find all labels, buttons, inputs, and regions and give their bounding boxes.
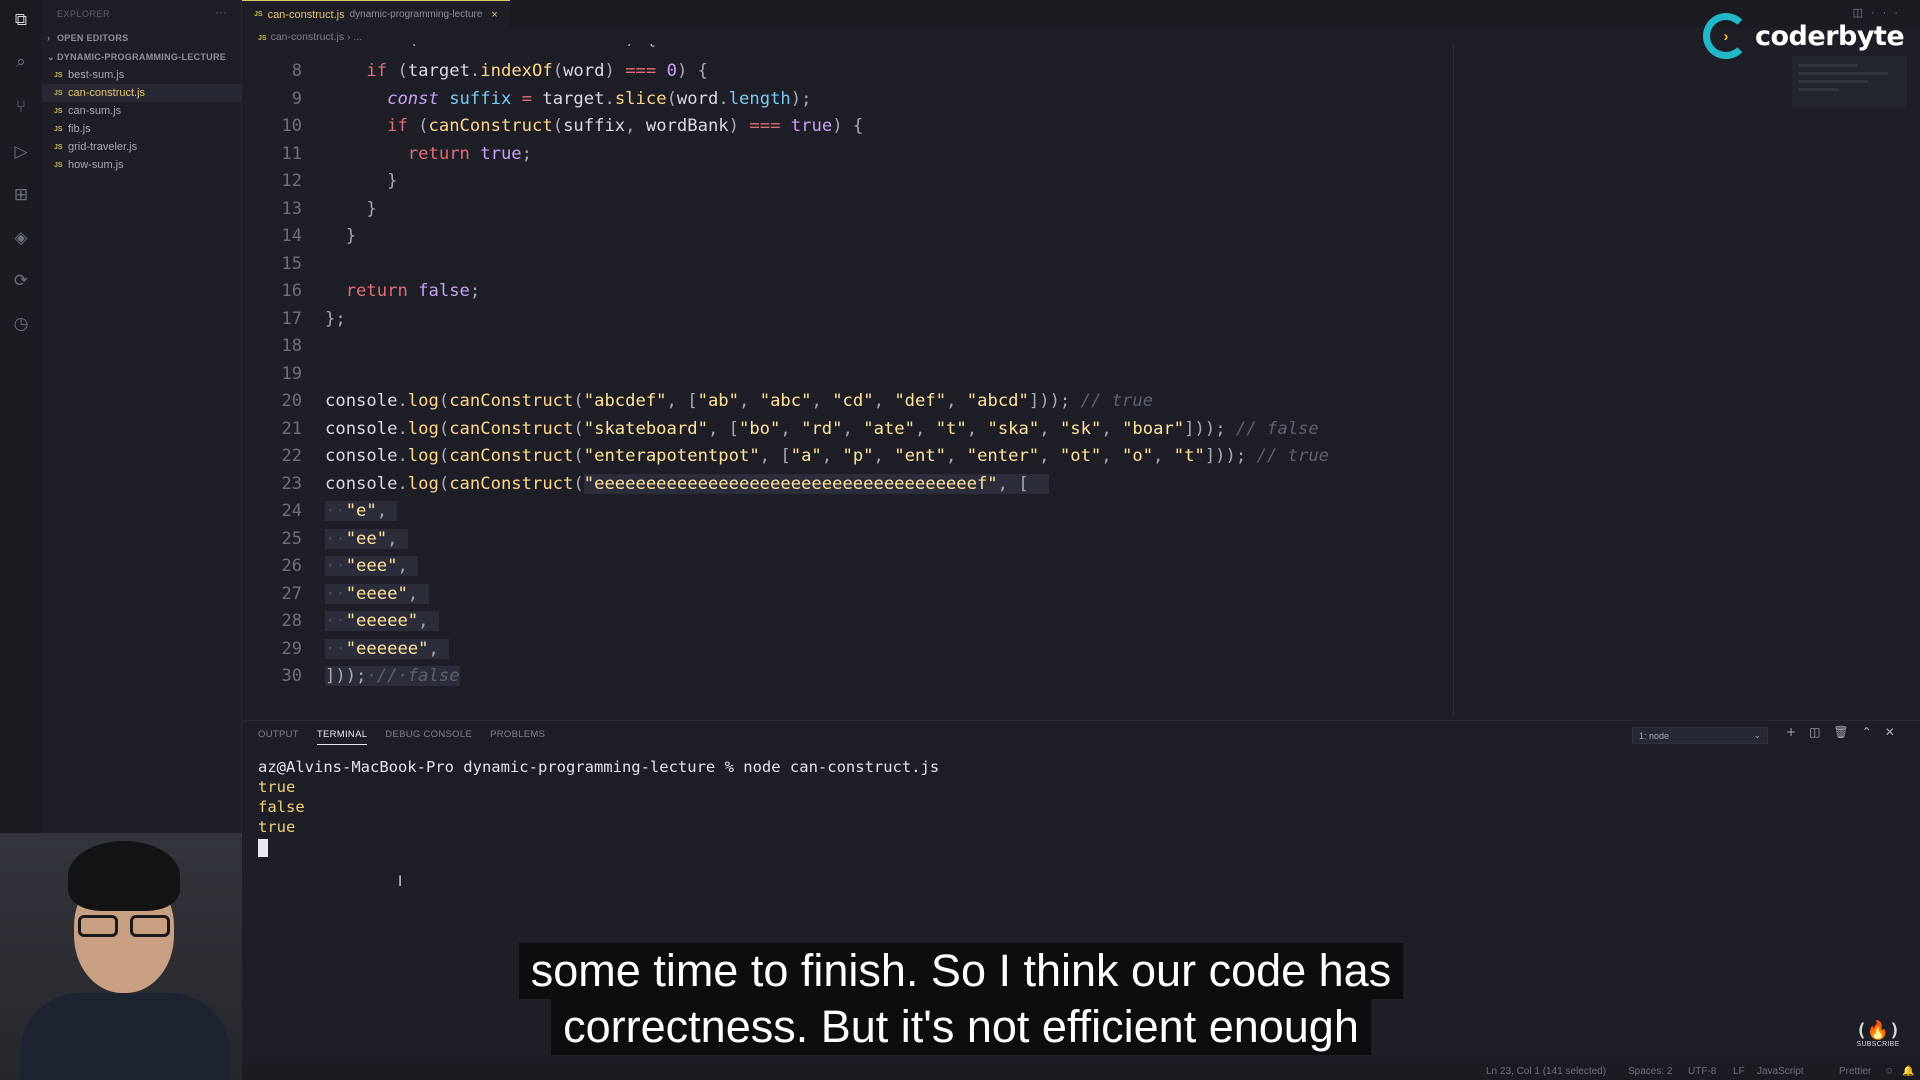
tab-output[interactable]: OUTPUT xyxy=(258,729,299,745)
chevron-right-icon: › xyxy=(47,33,51,43)
fire-icon: (🔥) xyxy=(1856,1020,1901,1041)
terminal-output-line: true xyxy=(258,818,296,836)
notifications-icon[interactable]: 🔔 xyxy=(1902,1066,1914,1077)
status-bar: Ln 23, Col 1 (141 selected) Spaces: 2 UT… xyxy=(242,1063,1920,1080)
code-line: 19 xyxy=(281,363,302,384)
code-line: 20 console.log(canConstruct("abcdef", ["a… xyxy=(281,391,1154,411)
code-line: 28 ··"eeeee", xyxy=(242,608,1442,635)
breadcrumb[interactable]: JS can-construct.js › ... xyxy=(258,31,362,43)
split-editor-icon[interactable]: ◫ xyxy=(1853,7,1871,19)
folder-section[interactable]: ⌄ DYNAMIC-PROGRAMMING-LECTURE xyxy=(47,52,226,63)
minimap[interactable] xyxy=(1792,56,1907,108)
code-line: 8 if (target.indexOf(word) === 0) { xyxy=(291,61,709,81)
encoding[interactable]: UTF-8 xyxy=(1688,1066,1716,1077)
close-panel-icon[interactable]: ✕ xyxy=(1885,725,1895,739)
extensions-icon[interactable]: ⊞ xyxy=(9,183,33,207)
tab-debug-console[interactable]: DEBUG CONSOLE xyxy=(385,729,472,745)
code-line: 10 if (canConstruct(suffix, wordBank) ==… xyxy=(281,116,864,136)
open-editors-section[interactable]: › OPEN EDITORS xyxy=(47,33,128,43)
terminal-command: az@Alvins-MacBook-Pro dynamic-programmin… xyxy=(258,758,940,776)
cursor-position[interactable]: Ln 23, Col 1 (141 selected) xyxy=(1486,1066,1606,1077)
search-icon[interactable]: ⌕ xyxy=(9,50,33,74)
code-line: 27 ··"eeee", xyxy=(242,581,1442,608)
code-line: 24 ··"e", xyxy=(242,498,1442,525)
editor-ruler xyxy=(1453,44,1454,716)
tab-bar: JS can-construct.js dynamic-programming-… xyxy=(242,0,1920,28)
code-line: 30]));·//·false xyxy=(281,666,460,686)
chevron-down-icon: ⌄ xyxy=(47,52,55,62)
code-line: 21 console.log(canConstruct("skateboard",… xyxy=(281,418,1319,439)
webcam-overlay xyxy=(0,833,242,1080)
more-icon[interactable]: ··· xyxy=(1871,7,1906,19)
tab-problems[interactable]: PROBLEMS xyxy=(490,729,545,745)
code-line: 22 console.log(canConstruct("enterapotent… xyxy=(281,446,1330,466)
chevron-down-icon: ⌄ xyxy=(1753,730,1761,740)
code-line: 13 } xyxy=(281,198,377,219)
code-line: 25 ··"ee", xyxy=(242,526,1442,553)
code-line: 18 xyxy=(281,336,302,356)
end-of-line[interactable]: LF xyxy=(1733,1066,1745,1077)
panel-actions: + ◫ 🗑 ⌃ ✕ xyxy=(1786,725,1895,739)
presenter-body xyxy=(20,993,230,1080)
split-terminal-icon[interactable]: ◫ xyxy=(1809,725,1820,739)
panel-tabs: OUTPUT TERMINAL DEBUG CONSOLE PROBLEMS xyxy=(258,729,545,745)
file-item-fib[interactable]: JS fib.js xyxy=(42,120,242,138)
caption-line-1: some time to finish. So I think our code… xyxy=(518,943,1404,999)
code-line: 14 } xyxy=(281,226,357,246)
video-caption: some time to finish. So I think our code… xyxy=(490,943,1432,1055)
editor-actions[interactable]: ◫··· xyxy=(1853,6,1906,19)
terminal-cursor xyxy=(258,839,268,857)
caption-line-2: correctness. But it's not efficient enou… xyxy=(551,999,1371,1055)
code-line: 15 xyxy=(281,253,302,274)
code-line: 23 console.log(canConstruct("eeeeeeeeeeee… xyxy=(242,471,1442,498)
files-icon[interactable]: ⧉ xyxy=(9,8,33,32)
file-item-grid-traveler[interactable]: JS grid-traveler.js xyxy=(42,138,242,156)
terminal-output-line: true xyxy=(258,778,296,796)
maximize-panel-icon[interactable]: ⌃ xyxy=(1862,725,1872,739)
presenter-hair xyxy=(68,841,180,911)
language-mode[interactable]: JavaScript xyxy=(1757,1066,1804,1077)
more-actions-icon[interactable]: ··· xyxy=(215,5,227,19)
coderbyte-logo-icon: › xyxy=(1703,13,1749,59)
tab-terminal[interactable]: TERMINAL xyxy=(316,729,368,745)
code-editor[interactable]: for (let word of wordBank) { 8 if (targe… xyxy=(242,44,1452,724)
freecodecamp-watermark[interactable]: (🔥) SUBSCRIBE xyxy=(1856,1020,1900,1048)
terminal-select[interactable]: 1: node ⌄ xyxy=(1632,727,1768,744)
file-item-best-sum[interactable]: JS best-sum.js xyxy=(42,66,242,84)
code-line: 16 return false; xyxy=(281,281,481,301)
explorer-title: EXPLORER xyxy=(57,9,111,19)
code-line: 17}; xyxy=(281,308,346,329)
new-terminal-icon[interactable]: + xyxy=(1786,725,1796,739)
feedback-icon[interactable]: ☺ xyxy=(1884,1066,1894,1077)
code-line: for (let word of wordBank) { xyxy=(242,44,1442,53)
file-item-can-sum[interactable]: JS can-sum.js xyxy=(42,102,242,120)
code-line: 26 ··"eee", xyxy=(242,553,1442,580)
terminal-output-line: false xyxy=(258,798,305,816)
close-tab-icon[interactable]: × xyxy=(491,9,497,21)
code-line: 12 } xyxy=(281,171,398,191)
file-item-can-construct[interactable]: JS can-construct.js xyxy=(42,84,242,102)
file-item-how-sum[interactable]: JS how-sum.js xyxy=(42,156,242,174)
formatter[interactable]: Prettier xyxy=(1839,1066,1871,1077)
tab-can-construct[interactable]: JS can-construct.js dynamic-programming-… xyxy=(242,0,510,28)
docker-icon[interactable]: ◈ xyxy=(9,226,33,250)
remote-icon[interactable]: ⟳ xyxy=(9,269,33,293)
indentation[interactable]: Spaces: 2 xyxy=(1628,1066,1672,1077)
terminal-output[interactable]: az@Alvins-MacBook-Pro dynamic-programmin… xyxy=(258,757,939,862)
code-line: 11 return true; xyxy=(281,143,533,164)
run-debug-icon[interactable]: ▷ xyxy=(9,140,33,164)
presenter-glasses xyxy=(74,915,174,939)
text-cursor-icon: Ι xyxy=(398,874,403,890)
code-line: 29 ··"eeeeee", xyxy=(242,636,1442,663)
source-control-icon[interactable]: ⑂ xyxy=(9,95,33,119)
trash-icon[interactable]: 🗑 xyxy=(1833,725,1848,739)
timeline-icon[interactable]: ◷ xyxy=(9,312,33,336)
coderbyte-logo: › coderbyte xyxy=(1703,13,1905,59)
code-line: 9 const suffix = target.slice(word.lengt… xyxy=(291,88,812,109)
